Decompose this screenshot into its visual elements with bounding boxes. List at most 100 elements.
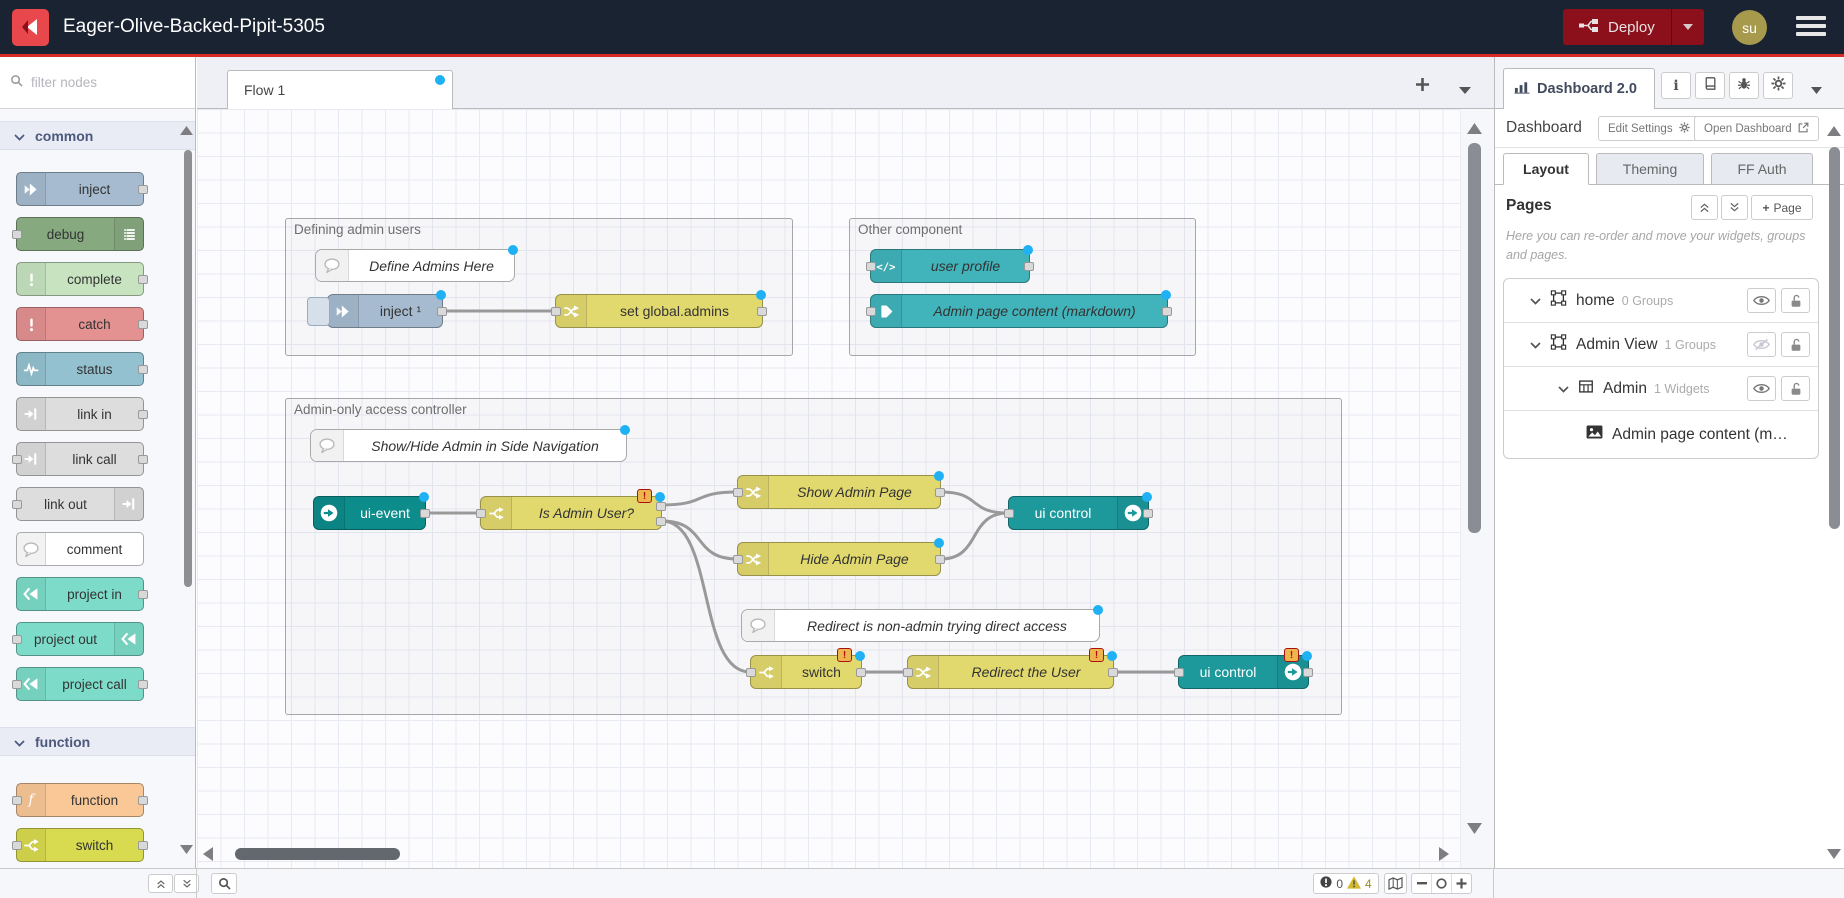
flow-canvas[interactable]: Defining admin usersOther componentAdmin… [197,109,1494,868]
chevron-down-icon[interactable] [1558,380,1569,398]
port-out[interactable] [935,555,945,564]
debug-tab-button[interactable] [1729,72,1759,99]
port-out[interactable] [437,307,447,316]
port-out[interactable] [138,455,148,464]
wire[interactable] [662,521,750,672]
port-in[interactable] [903,668,913,677]
port-out[interactable] [1143,509,1153,518]
scroll-down-icon[interactable] [1467,821,1482,839]
flow-list-caret[interactable] [1459,81,1471,99]
palette-node-switch[interactable]: switch [16,828,144,862]
flow-node-8[interactable]: Show Admin Page [737,475,941,509]
wire[interactable] [662,521,737,559]
wire[interactable] [941,492,1008,513]
port-out[interactable] [138,841,148,850]
port-out[interactable] [138,185,148,194]
search-flows-button[interactable] [211,873,237,894]
canvas-vscrollbar-thumb[interactable] [1468,143,1481,533]
port-in[interactable] [866,307,876,316]
flow-node-10[interactable]: ui control [1008,496,1149,530]
palette-scroll-up-icon[interactable] [180,122,193,140]
palette-node-inject[interactable]: inject [16,172,144,206]
palette-scroll-down-icon[interactable] [180,841,193,859]
palette-node-link-call[interactable]: link call [16,442,144,476]
add-page-button[interactable]: + Page [1751,195,1813,220]
open-dashboard-button[interactable]: Open Dashboard [1694,116,1819,141]
wire[interactable] [941,513,1008,559]
port-in[interactable] [12,796,22,805]
port-out[interactable] [656,517,666,526]
scroll-up-icon[interactable] [1467,121,1482,139]
help-tab-button[interactable] [1695,72,1725,99]
port-out[interactable] [1162,307,1172,316]
inject-button[interactable] [307,297,330,326]
expand-all-button[interactable] [1721,195,1748,220]
tab-flow-1[interactable]: Flow 1 [227,70,453,109]
port-out[interactable] [138,590,148,599]
port-out[interactable] [138,365,148,374]
comment-node-11[interactable]: Redirect is non-admin trying direct acce… [741,609,1100,642]
flow-node-14[interactable]: ui control! [1178,655,1309,689]
palette-node-project-call[interactable]: project call [16,667,144,701]
flow-node-6[interactable]: ui-event [313,496,426,530]
flow-node-1[interactable]: inject ¹ [327,294,443,328]
palette-node-complete[interactable]: complete [16,262,144,296]
deploy-options-caret[interactable] [1671,9,1704,45]
sidebar-scroll-down-icon[interactable] [1827,846,1841,864]
port-in[interactable] [476,509,486,518]
port-in[interactable] [866,262,876,271]
port-in[interactable] [733,488,743,497]
port-in[interactable] [746,668,756,677]
port-in[interactable] [12,635,22,644]
port-in[interactable] [12,230,22,239]
tree-row-admin[interactable]: Admin1 Widgets [1504,367,1818,411]
port-out[interactable] [420,509,430,518]
flow-node-9[interactable]: Hide Admin Page [737,542,941,576]
flow-node-12[interactable]: switch! [750,655,862,689]
port-in[interactable] [1174,668,1184,677]
flow-node-2[interactable]: set global.admins [555,294,763,328]
port-in[interactable] [551,307,561,316]
zoom-in-button[interactable] [1452,874,1471,893]
flow-node-3[interactable]: </>user profile [870,249,1030,283]
scroll-left-icon[interactable] [203,847,213,866]
comment-node-5[interactable]: Show/Hide Admin in Side Navigation [310,429,627,462]
port-in[interactable] [1004,509,1014,518]
port-out[interactable] [935,488,945,497]
user-avatar[interactable]: su [1732,10,1767,45]
port-in[interactable] [12,455,22,464]
port-out[interactable] [138,680,148,689]
port-out[interactable] [1303,668,1313,677]
palette-category-common[interactable]: common [0,121,195,150]
tab-ff-auth[interactable]: FF Auth [1711,153,1813,185]
sidebar-scrollbar-thumb[interactable] [1829,147,1840,529]
chevron-down-icon[interactable] [1530,336,1541,354]
palette-category-function[interactable]: function [0,727,195,756]
tab-dashboard-2[interactable]: Dashboard 2.0 [1503,68,1655,109]
scroll-right-icon[interactable] [1439,847,1449,866]
canvas-hscrollbar-thumb[interactable] [235,848,400,860]
palette-node-project-out[interactable]: project out [16,622,144,656]
palette-collapse-button[interactable] [148,874,173,893]
minimap-button[interactable] [1384,873,1407,894]
comment-node-0[interactable]: Define Admins Here [315,249,515,282]
palette-node-link-in[interactable]: link in [16,397,144,431]
port-out[interactable] [1108,668,1118,677]
add-flow-button[interactable] [1415,77,1430,97]
sidebar-scroll-up-icon[interactable] [1827,123,1841,141]
wire[interactable] [662,492,737,505]
palette-node-catch[interactable]: catch [16,307,144,341]
unlock-button[interactable] [1781,376,1810,401]
zoom-out-button[interactable] [1412,874,1432,893]
port-out[interactable] [138,275,148,284]
flow-node-13[interactable]: Redirect the User! [907,655,1114,689]
sidebar-tabs-caret[interactable] [1811,81,1822,99]
port-out[interactable] [656,502,666,511]
palette-node-debug[interactable]: debug [16,217,144,251]
port-in[interactable] [733,555,743,564]
zoom-reset-button[interactable] [1432,874,1452,893]
port-in[interactable] [12,841,22,850]
port-in[interactable] [12,680,22,689]
deploy-main[interactable]: Deploy [1563,9,1671,45]
eye-button[interactable] [1747,288,1776,313]
